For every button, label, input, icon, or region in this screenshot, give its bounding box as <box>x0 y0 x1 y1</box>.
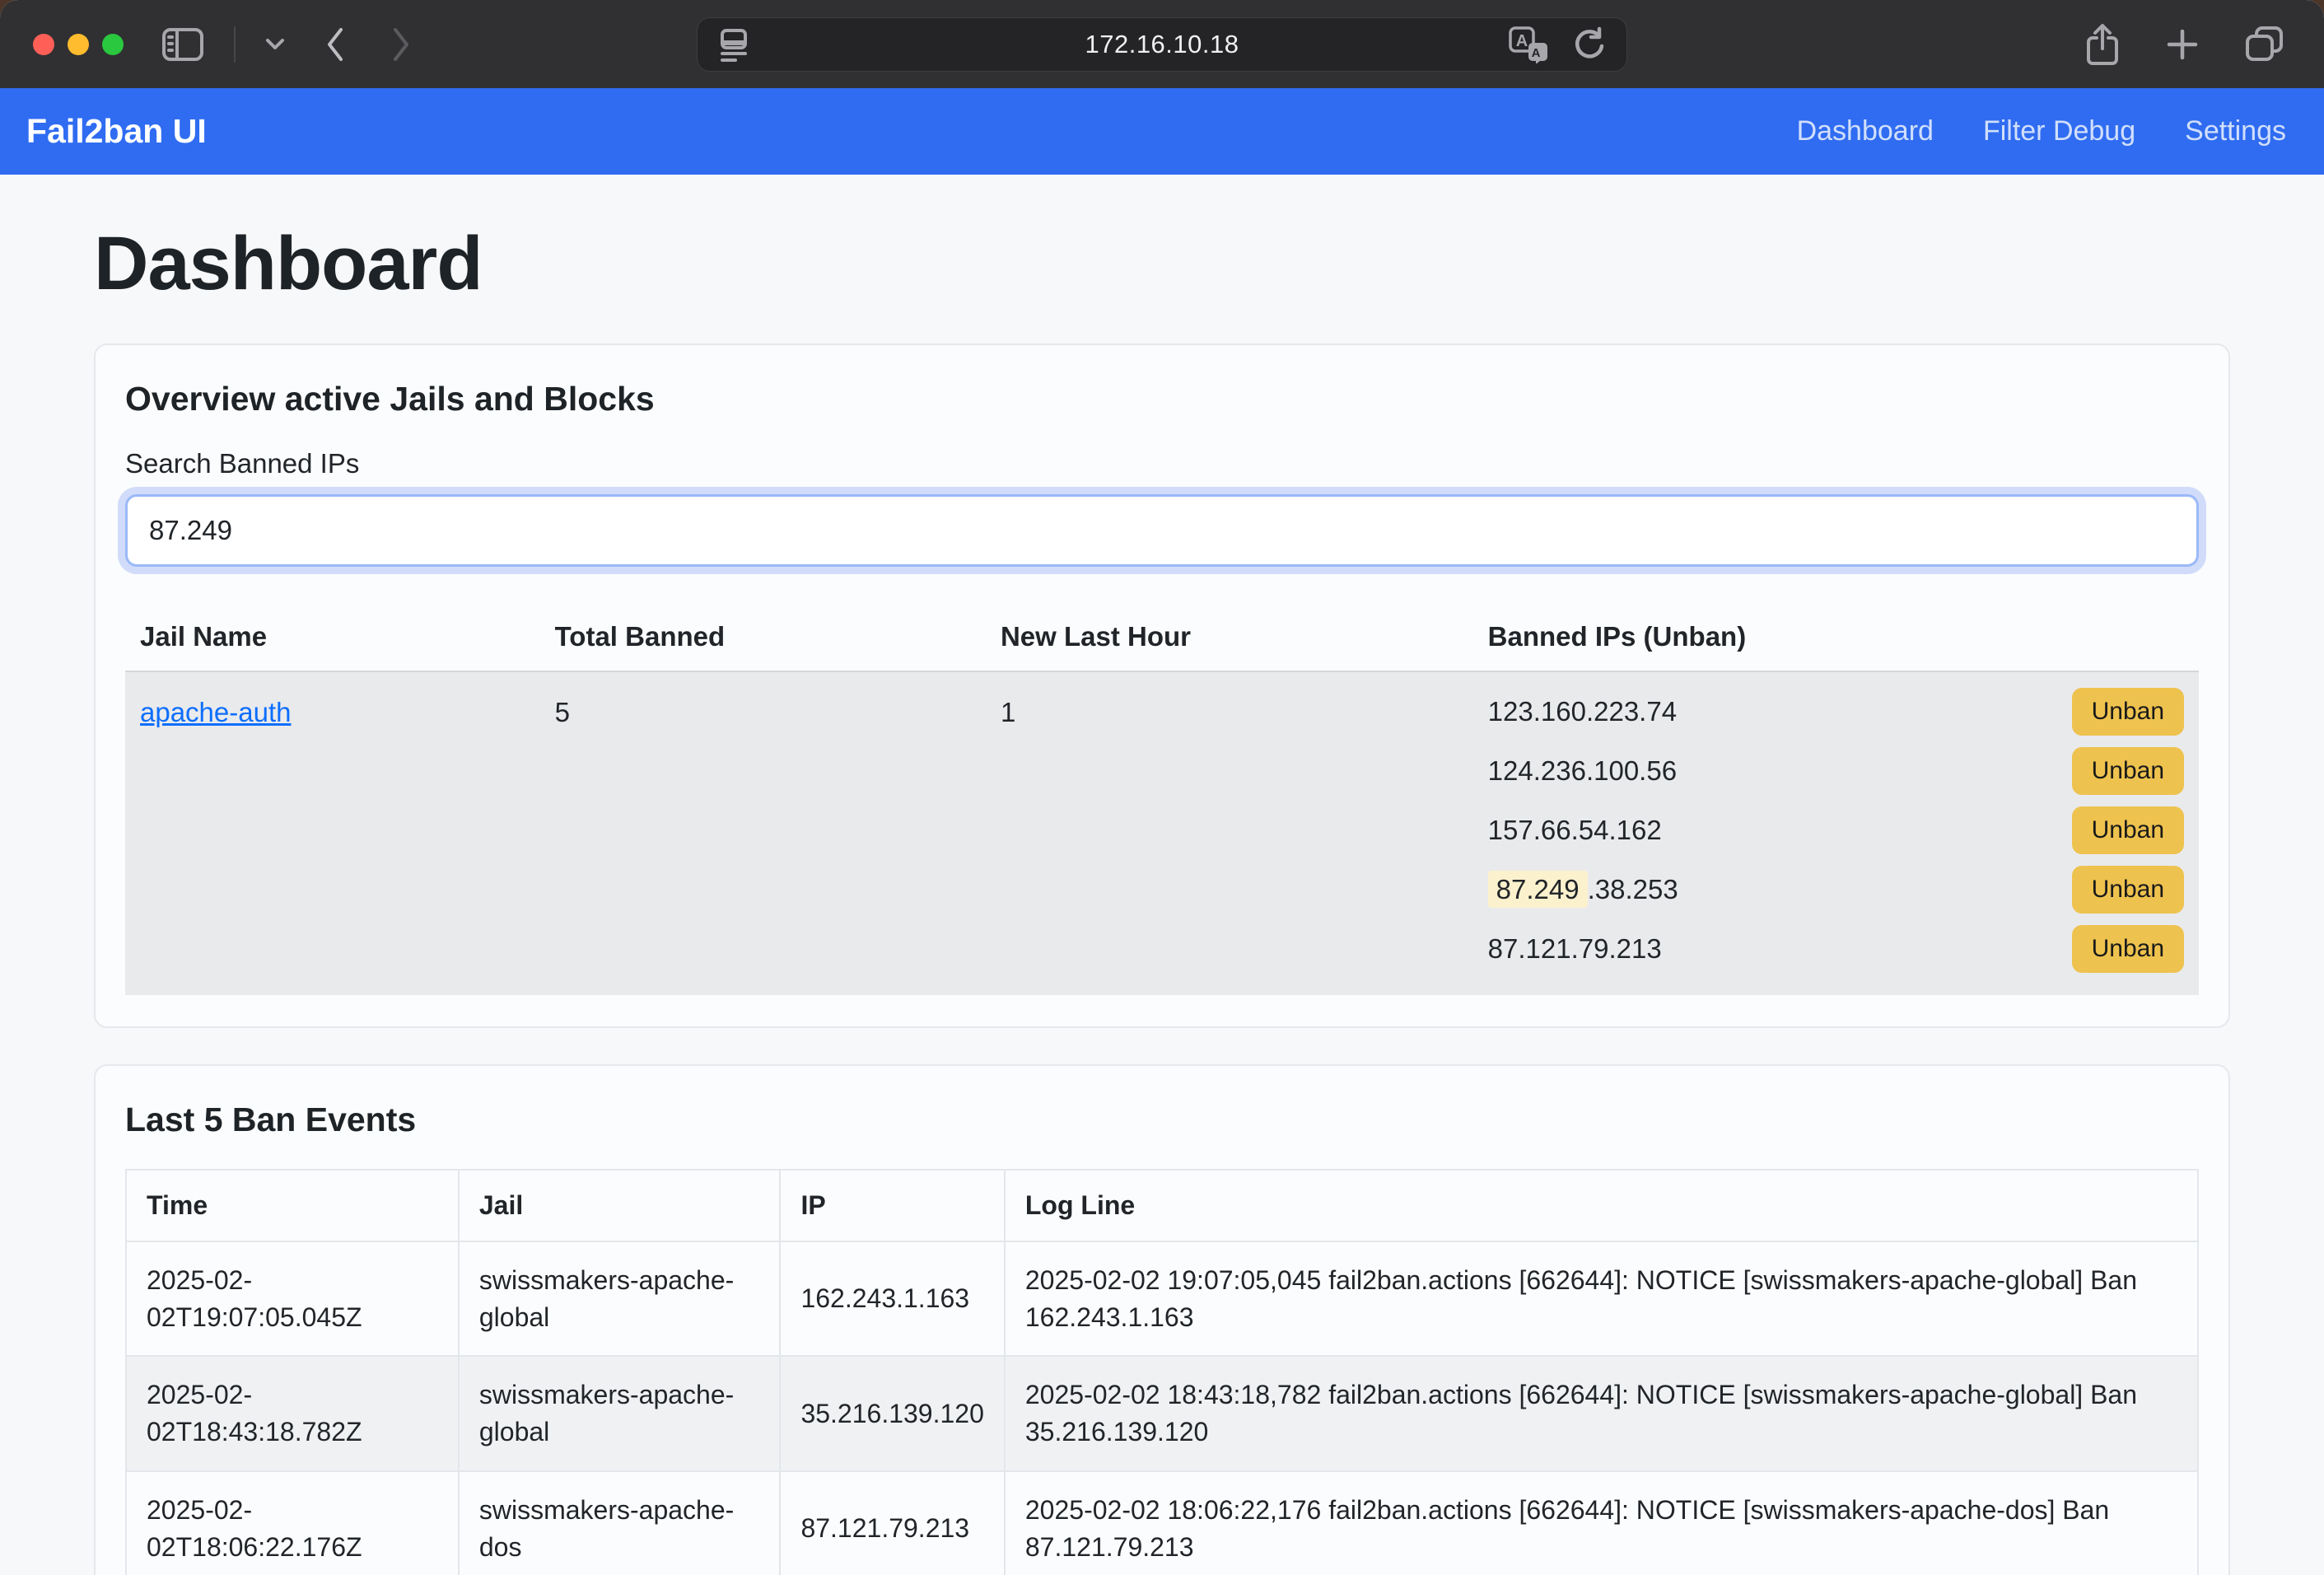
jails-column-header-new-last-hour: New Last Hour <box>986 603 1473 671</box>
translate-icon[interactable]: A A <box>1508 26 1549 63</box>
traffic-lights <box>33 34 124 55</box>
event-row: 2025-02-02T18:06:22.176Zswissmakers-apac… <box>126 1471 2198 1575</box>
nav-link-dashboard[interactable]: Dashboard <box>1797 115 1934 147</box>
jails-column-header-banned-ips-(unban): Banned IPs (Unban) <box>1473 603 2199 671</box>
events-table: TimeJailIPLog Line 2025-02-02T19:07:05.0… <box>125 1169 2199 1575</box>
svg-text:A: A <box>1532 46 1541 60</box>
brand[interactable]: Fail2ban UI <box>26 112 207 151</box>
events-column-header-jail: Jail <box>459 1170 781 1241</box>
page-title: Dashboard <box>94 221 2230 307</box>
nav-link-filter-debug[interactable]: Filter Debug <box>1983 115 2135 147</box>
close-window-icon[interactable] <box>33 34 54 55</box>
banned-ip-address: 124.236.100.56 <box>1488 755 1677 787</box>
chevron-down-icon[interactable] <box>265 38 285 51</box>
reload-icon[interactable] <box>1570 26 1607 63</box>
overview-card: Overview active Jails and Blocks Search … <box>94 344 2230 1028</box>
event-log-cell: 2025-02-02 19:07:05,045 fail2ban.actions… <box>1005 1241 2198 1357</box>
banned-ip-row: 124.236.100.56 Unban <box>1488 741 2184 801</box>
browser-chrome: 172.16.10.18 A A <box>0 0 2324 88</box>
event-jail-cell: swissmakers-apache-global <box>459 1356 781 1471</box>
banned-ip-address: 123.160.223.74 <box>1488 696 1677 727</box>
page-content: Dashboard Overview active Jails and Bloc… <box>0 175 2324 1575</box>
jail-link[interactable]: apache-auth <box>140 697 291 727</box>
banned-ips-cell: 123.160.223.74Unban124.236.100.56Unban15… <box>1473 671 2199 995</box>
address-bar[interactable]: 172.16.10.18 A A <box>697 17 1627 72</box>
jails-column-header-jail-name: Jail Name <box>125 603 540 671</box>
chrome-right-controls <box>2084 22 2286 67</box>
event-jail-cell: swissmakers-apache-global <box>459 1241 781 1357</box>
banned-ip-row: 123.160.223.74 Unban <box>1488 682 2184 741</box>
svg-text:A: A <box>1516 32 1528 50</box>
events-card: Last 5 Ban Events TimeJailIPLog Line 202… <box>94 1064 2230 1575</box>
banned-ip-row: 87.249.38.253 Unban <box>1488 860 2184 919</box>
event-ip-cell: 87.121.79.213 <box>780 1471 1004 1575</box>
chrome-left-controls <box>161 26 412 63</box>
banned-ip-address: 87.249.38.253 <box>1488 874 1678 905</box>
minimize-window-icon[interactable] <box>68 34 89 55</box>
event-jail-cell: swissmakers-apache-dos <box>459 1471 781 1575</box>
total-banned-cell: 5 <box>540 671 986 995</box>
banned-ip-row: 87.121.79.213 Unban <box>1488 919 2184 979</box>
event-time-cell: 2025-02-02T19:07:05.045Z <box>126 1241 459 1357</box>
banned-ip-address: 157.66.54.162 <box>1488 815 1662 846</box>
search-input[interactable] <box>125 494 2199 567</box>
event-ip-cell: 35.216.139.120 <box>780 1356 1004 1471</box>
jail-name-cell: apache-auth <box>125 671 540 995</box>
events-column-header-log-line: Log Line <box>1005 1170 2198 1241</box>
event-log-cell: 2025-02-02 18:06:22,176 fail2ban.actions… <box>1005 1471 2198 1575</box>
nav-link-settings[interactable]: Settings <box>2185 115 2286 147</box>
nav-links: Dashboard Filter Debug Settings <box>1797 115 2286 147</box>
back-icon[interactable] <box>324 26 346 63</box>
page-settings-icon[interactable] <box>717 26 752 63</box>
event-time-cell: 2025-02-02T18:06:22.176Z <box>126 1471 459 1575</box>
events-card-title: Last 5 Ban Events <box>125 1101 2199 1139</box>
browser-window: 172.16.10.18 A A <box>0 0 2324 1575</box>
forward-icon <box>390 26 412 63</box>
jails-column-header-total-banned: Total Banned <box>540 603 986 671</box>
jails-table: Jail NameTotal BannedNew Last HourBanned… <box>125 603 2199 995</box>
tab-overview-icon[interactable] <box>2243 25 2286 64</box>
zoom-window-icon[interactable] <box>102 34 124 55</box>
event-row: 2025-02-02T19:07:05.045Zswissmakers-apac… <box>126 1241 2198 1357</box>
event-ip-cell: 162.243.1.163 <box>780 1241 1004 1357</box>
event-log-cell: 2025-02-02 18:43:18,782 fail2ban.actions… <box>1005 1356 2198 1471</box>
event-time-cell: 2025-02-02T18:43:18.782Z <box>126 1356 459 1471</box>
banned-ip-row: 157.66.54.162 Unban <box>1488 801 2184 860</box>
unban-button[interactable]: Unban <box>2072 925 2184 973</box>
url-text: 172.16.10.18 <box>698 30 1626 59</box>
search-match-highlight: 87.249 <box>1488 871 1588 908</box>
unban-button[interactable]: Unban <box>2072 688 2184 736</box>
unban-button[interactable]: Unban <box>2072 866 2184 914</box>
banned-ip-address: 87.121.79.213 <box>1488 933 1662 965</box>
new-last-hour-cell: 1 <box>986 671 1473 995</box>
unban-button[interactable]: Unban <box>2072 747 2184 795</box>
search-label: Search Banned IPs <box>125 448 2199 479</box>
unban-button[interactable]: Unban <box>2072 806 2184 854</box>
events-column-header-time: Time <box>126 1170 459 1241</box>
jail-row: apache-auth51123.160.223.74Unban124.236.… <box>125 671 2199 995</box>
event-row: 2025-02-02T18:43:18.782Zswissmakers-apac… <box>126 1356 2198 1471</box>
app-navbar: Fail2ban UI Dashboard Filter Debug Setting… <box>0 88 2324 175</box>
overview-card-title: Overview active Jails and Blocks <box>125 380 2199 418</box>
share-icon[interactable] <box>2084 22 2121 67</box>
events-column-header-ip: IP <box>780 1170 1004 1241</box>
chrome-divider <box>234 26 236 63</box>
new-tab-icon[interactable] <box>2164 26 2200 63</box>
sidebar-toggle-icon[interactable] <box>161 26 204 63</box>
